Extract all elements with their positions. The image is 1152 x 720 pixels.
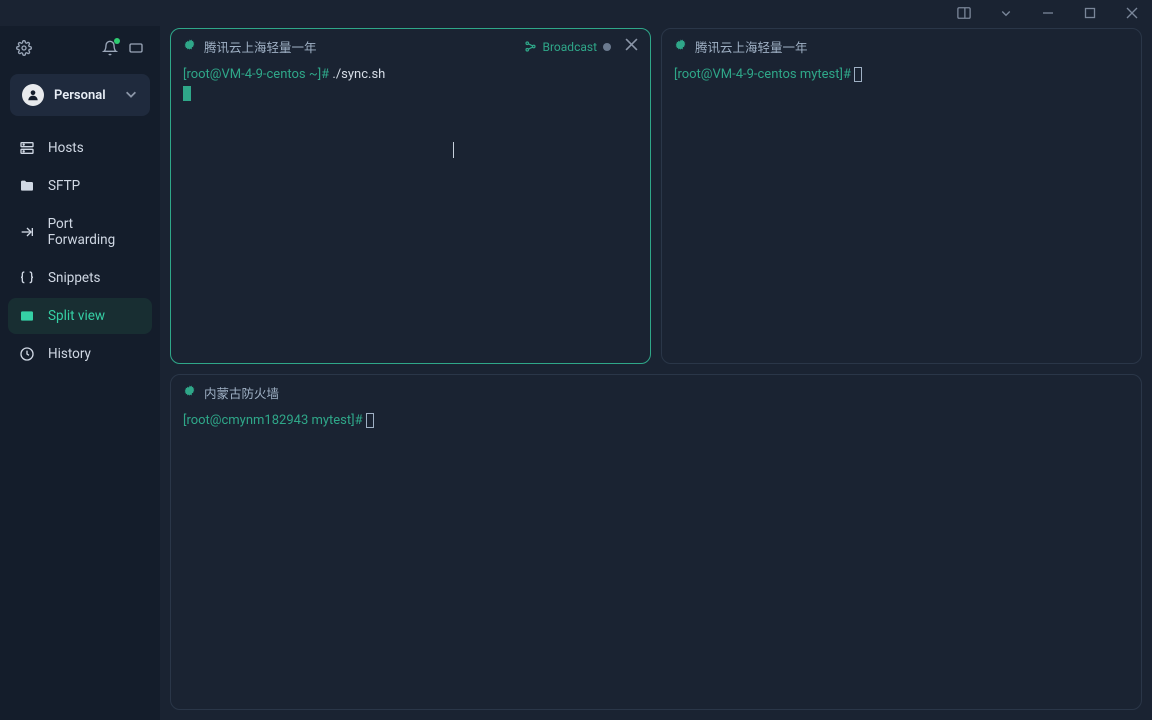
forward-icon (18, 224, 36, 240)
gear-icon[interactable] (674, 38, 687, 55)
broadcast-status-dot (603, 43, 611, 51)
nav-label: History (48, 346, 91, 362)
close-icon[interactable] (625, 38, 638, 55)
pane-header: 腾讯云上海轻量一年 Broadcast (171, 29, 650, 64)
terminal-prompt: [root@VM-4-9-centos mytest]# (674, 67, 851, 82)
gear-icon[interactable] (183, 38, 196, 55)
window-close-button[interactable] (1118, 0, 1146, 26)
chevron-down-icon (124, 86, 138, 105)
pane-header: 腾讯云上海轻量一年 (662, 29, 1141, 64)
notification-dot (114, 38, 120, 44)
nav-label: Split view (48, 308, 105, 324)
pane-header: 内蒙古防火墙 (171, 375, 1141, 410)
terminal-prompt: [root@VM-4-9-centos ~]# (183, 67, 329, 82)
hosts-icon (18, 140, 36, 156)
nav-item-split-view[interactable]: Split view (8, 298, 152, 334)
braces-icon (18, 270, 36, 286)
terminal-body[interactable]: [root@cmynm182943 mytest]# (171, 410, 1141, 709)
terminal-cursor (183, 86, 191, 101)
terminal-body[interactable]: [root@VM-4-9-centos mytest]# (662, 64, 1141, 363)
nav-label: Port Forwarding (48, 216, 142, 248)
user-avatar-icon (22, 84, 44, 106)
split-view-icon (18, 308, 36, 324)
nav-item-snippets[interactable]: Snippets (8, 260, 152, 296)
nav-label: Snippets (48, 270, 100, 286)
pane-title: 内蒙古防火墙 (204, 383, 1129, 402)
terminal-cursor (854, 67, 862, 82)
pane-title: 腾讯云上海轻量一年 (204, 37, 516, 56)
panel-icon[interactable] (128, 40, 144, 60)
nav-item-hosts[interactable]: Hosts (8, 130, 152, 166)
main-area: 腾讯云上海轻量一年 Broadcast [root@VM-4-9-centos … (160, 26, 1152, 720)
settings-icon[interactable] (16, 40, 32, 60)
sidebar-top (0, 34, 160, 74)
terminal-prompt: [root@cmynm182943 mytest]# (183, 413, 363, 428)
layout-toggle-icon[interactable] (950, 0, 978, 26)
broadcast-label: Broadcast (543, 40, 598, 54)
sidebar: Personal Hosts SFTP Port Forwarding Snip… (0, 26, 160, 720)
window-maximize-button[interactable] (1076, 0, 1104, 26)
terminal-command: ./sync.sh (332, 67, 385, 82)
terminal-pane-top-left[interactable]: 腾讯云上海轻量一年 Broadcast [root@VM-4-9-centos … (170, 28, 651, 364)
gear-icon[interactable] (183, 384, 196, 401)
nav: Hosts SFTP Port Forwarding Snippets Spli… (0, 124, 160, 378)
chevron-down-icon[interactable] (992, 0, 1020, 26)
window-titlebar (0, 0, 1152, 26)
text-caret (453, 142, 454, 158)
broadcast-button[interactable]: Broadcast (524, 40, 612, 54)
nav-item-history[interactable]: History (8, 336, 152, 372)
terminal-cursor (366, 413, 374, 428)
terminal-pane-bottom[interactable]: 内蒙古防火墙 [root@cmynm182943 mytest]# (170, 374, 1142, 710)
nav-item-sftp[interactable]: SFTP (8, 168, 152, 204)
window-minimize-button[interactable] (1034, 0, 1062, 26)
folder-icon (18, 178, 36, 194)
workspace-name: Personal (54, 88, 114, 103)
terminal-pane-top-right[interactable]: 腾讯云上海轻量一年 [root@VM-4-9-centos mytest]# (661, 28, 1142, 364)
pane-title: 腾讯云上海轻量一年 (695, 37, 1129, 56)
nav-item-port-forwarding[interactable]: Port Forwarding (8, 206, 152, 258)
notifications-icon[interactable] (102, 40, 118, 60)
nav-label: Hosts (48, 140, 84, 156)
terminal-body[interactable]: [root@VM-4-9-centos ~]# ./sync.sh (171, 64, 650, 363)
history-icon (18, 346, 36, 362)
nav-label: SFTP (48, 178, 80, 194)
workspace-selector[interactable]: Personal (10, 74, 150, 116)
